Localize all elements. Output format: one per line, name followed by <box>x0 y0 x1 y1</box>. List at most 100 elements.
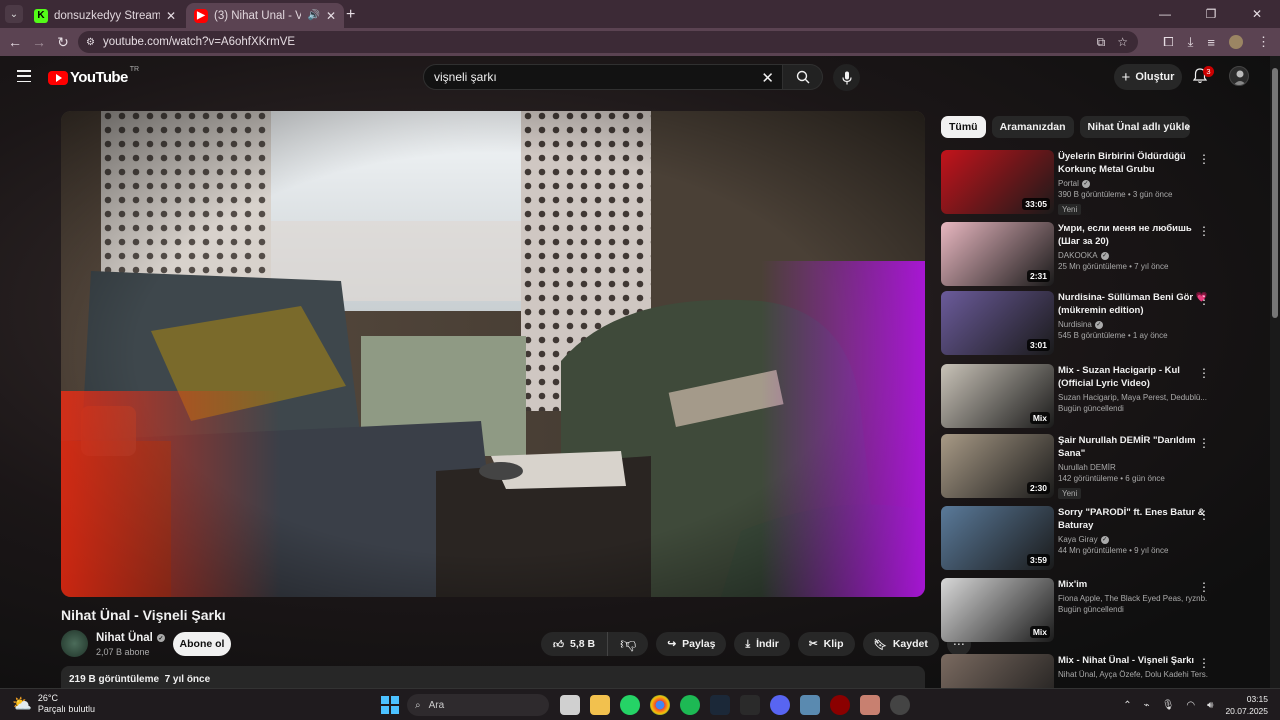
recommendation-item[interactable]: Mix Mix - Suzan Hacigarip - Kul (Official… <box>941 364 1216 430</box>
recommendation-title[interactable]: Sorry "PARODİ" ft. Enes Batur & Baturay <box>1058 506 1208 532</box>
recommendation-item[interactable]: 3:59 Sorry "PARODİ" ft. Enes Batur & Batu… <box>941 506 1216 572</box>
recommendation-title[interactable]: Mix'im <box>1058 578 1208 591</box>
recommendation-channel[interactable]: Nihat Ünal, Ayça Özefe, Dolu Kadehi Ters… <box>1058 670 1208 679</box>
discord-icon[interactable] <box>770 695 790 715</box>
restore-icon[interactable]: ❐ <box>1188 0 1234 28</box>
more-options-icon[interactable]: ⋮ <box>1198 436 1210 450</box>
app-icon[interactable] <box>860 695 880 715</box>
reading-list-icon[interactable]: ≡ <box>1207 35 1215 50</box>
channel-name[interactable]: Nihat Ünal ✓ <box>96 632 165 644</box>
tab-kick[interactable]: K donsuzkedyy Stream - Watch L ✕ <box>26 3 184 28</box>
recommendation-item[interactable]: Mix Mix'im Fiona Apple, The Black Eyed Pea… <box>941 578 1216 644</box>
download-button[interactable]: ⤓ İndir <box>734 632 790 656</box>
downloads-icon[interactable]: ⤓ <box>1188 34 1194 50</box>
youtube-logo[interactable]: YouTube TR <box>48 66 139 86</box>
user-avatar[interactable] <box>1229 66 1249 86</box>
app-icon[interactable] <box>800 695 820 715</box>
video-thumbnail[interactable]: Mix <box>941 578 1054 642</box>
more-options-icon[interactable]: ⋮ <box>1198 366 1210 380</box>
video-thumbnail[interactable]: 2:30 <box>941 434 1054 498</box>
recommendation-item[interactable]: 2:30 Şair Nurullah DEMİR "Darıldım Sana" N… <box>941 434 1216 500</box>
more-options-icon[interactable]: ⋮ <box>1198 293 1210 307</box>
scrollbar-thumb[interactable] <box>1272 68 1278 318</box>
recommendation-channel[interactable]: Nurullah DEMİR <box>1058 463 1208 472</box>
dislike-button[interactable]: 👎︎ <box>608 632 648 656</box>
video-thumbnail[interactable]: 2:31 <box>941 222 1054 286</box>
volume-icon[interactable]: 🔊︎ <box>1207 700 1213 711</box>
recommendation-title[interactable]: Mix - Suzan Hacigarip - Kul (Official Ly… <box>1058 364 1208 390</box>
mic-icon[interactable]: 🎙︎ <box>1162 700 1175 711</box>
close-tab-icon[interactable]: ✕ <box>326 9 336 23</box>
new-tab-button[interactable]: + <box>346 6 355 24</box>
tab-search-button[interactable]: ⌄ <box>5 5 23 23</box>
page-scrollbar[interactable] <box>1270 56 1280 688</box>
taskbar-search[interactable]: ⌕ Ara <box>407 694 549 716</box>
video-player[interactable] <box>61 111 925 597</box>
chip-from-search[interactable]: Aramanızdan <box>991 116 1074 138</box>
steam-icon[interactable] <box>710 695 730 715</box>
subscribe-button[interactable]: Abone ol <box>173 632 231 656</box>
wifi-icon[interactable]: ◠ <box>1186 700 1195 711</box>
windows-start-icon[interactable] <box>381 696 399 714</box>
create-button[interactable]: + Oluştur <box>1114 64 1182 90</box>
spotify-icon[interactable] <box>680 695 700 715</box>
app-icon[interactable] <box>830 695 850 715</box>
recommendation-item[interactable]: 33:05 Üyelerin Birbirini Öldürdüğü Korkun… <box>941 150 1216 216</box>
back-icon[interactable]: ← <box>3 34 27 50</box>
epic-games-icon[interactable] <box>740 695 760 715</box>
chevron-right-icon[interactable]: › <box>1186 119 1190 133</box>
tab-youtube[interactable]: ▶ (3) Nihat Ünal - Vişneli Şarkı 🔊 ✕ <box>186 3 344 28</box>
forward-icon[interactable]: → <box>27 34 51 50</box>
more-options-icon[interactable]: ⋮ <box>1198 656 1210 670</box>
close-tab-icon[interactable]: ✕ <box>166 9 176 23</box>
weather-widget[interactable]: ⛅ 26°C Parçalı bulutlu <box>12 693 95 715</box>
clock[interactable]: 03:15 20.07.2025 <box>1225 693 1268 717</box>
reload-icon[interactable]: ↻ <box>51 34 75 51</box>
install-app-icon[interactable]: ⧉ <box>1097 35 1106 50</box>
recommendation-title[interactable]: Mix - Nihat Ünal - Vişneli Şarkı <box>1058 654 1208 667</box>
recommendation-title[interactable]: Nurdisina- Süllüman Beni Gör 💗(mükremin … <box>1058 291 1208 317</box>
more-options-icon[interactable]: ⋮ <box>1198 152 1210 166</box>
video-thumbnail[interactable]: 33:05 <box>941 150 1054 214</box>
browser-menu-icon[interactable]: ⋮ <box>1257 34 1270 50</box>
video-thumbnail[interactable]: 3:59 <box>941 506 1054 570</box>
network-icon[interactable]: ⌁ <box>1144 700 1150 711</box>
more-options-icon[interactable]: ⋮ <box>1198 508 1210 522</box>
video-thumbnail[interactable]: Mix <box>941 364 1054 428</box>
chip-uploader[interactable]: Nihat Ünal adlı yükleyici <box>1079 116 1190 138</box>
recommendation-item[interactable]: 2:31 Умри, если меня не любишь (Шаг за 20… <box>941 222 1216 288</box>
more-options-icon[interactable]: ⋮ <box>1198 580 1210 594</box>
save-button[interactable]: 🔖︎ Kaydet <box>862 632 939 656</box>
search-input[interactable]: vişneli şarkı ✕ <box>423 64 783 90</box>
speaker-icon[interactable]: 🔊 <box>307 10 319 21</box>
bookmark-star-icon[interactable]: ☆ <box>1117 35 1128 49</box>
recommendation-channel[interactable]: Kaya Giray ✓ <box>1058 535 1208 544</box>
clip-button[interactable]: ✂ Klip <box>797 632 855 656</box>
video-thumbnail[interactable]: 3:01 <box>941 291 1054 355</box>
clear-search-icon[interactable]: ✕ <box>761 69 774 87</box>
recommendation-title[interactable]: Умри, если меня не любишь (Шаг за 20) <box>1058 222 1208 248</box>
profile-avatar[interactable] <box>1229 35 1243 49</box>
voice-search-button[interactable] <box>833 64 860 91</box>
recommendation-channel[interactable]: Nurdisina ✓ <box>1058 320 1208 329</box>
recommendation-channel[interactable]: Suzan Hacigarip, Maya Perest, Dedublü... <box>1058 393 1208 402</box>
app-icon[interactable] <box>890 695 910 715</box>
channel-avatar[interactable] <box>61 630 88 657</box>
menu-icon[interactable] <box>17 70 31 82</box>
share-button[interactable]: ↪ Paylaş <box>656 632 727 656</box>
recommendation-title[interactable]: Üyelerin Birbirini Öldürdüğü Korkunç Met… <box>1058 150 1208 176</box>
minimize-icon[interactable]: — <box>1142 0 1188 28</box>
close-window-icon[interactable]: ✕ <box>1234 0 1280 28</box>
address-bar[interactable]: ⚙ youtube.com/watch?v=A6ohfXKrmVE ⧉ ☆ <box>78 31 1138 53</box>
task-view-icon[interactable] <box>560 695 580 715</box>
site-info-icon[interactable]: ⚙ <box>86 37 95 48</box>
chrome-icon[interactable] <box>650 695 670 715</box>
chevron-up-icon[interactable]: ⌃ <box>1123 700 1131 711</box>
recommendation-item[interactable]: 3:01 Nurdisina- Süllüman Beni Gör 💗(mükre… <box>941 291 1216 357</box>
extensions-icon[interactable]: ⧠ <box>1163 34 1173 50</box>
recommendation-title[interactable]: Şair Nurullah DEMİR "Darıldım Sana" <box>1058 434 1208 460</box>
recommendation-channel[interactable]: DAKOOKA ✓ <box>1058 251 1208 260</box>
recommendation-channel[interactable]: Fiona Apple, The Black Eyed Peas, ryznb.… <box>1058 594 1208 603</box>
recommendation-channel[interactable]: Portal ✓ <box>1058 179 1208 188</box>
like-button[interactable]: 👍︎ 5,8 B <box>541 632 609 656</box>
